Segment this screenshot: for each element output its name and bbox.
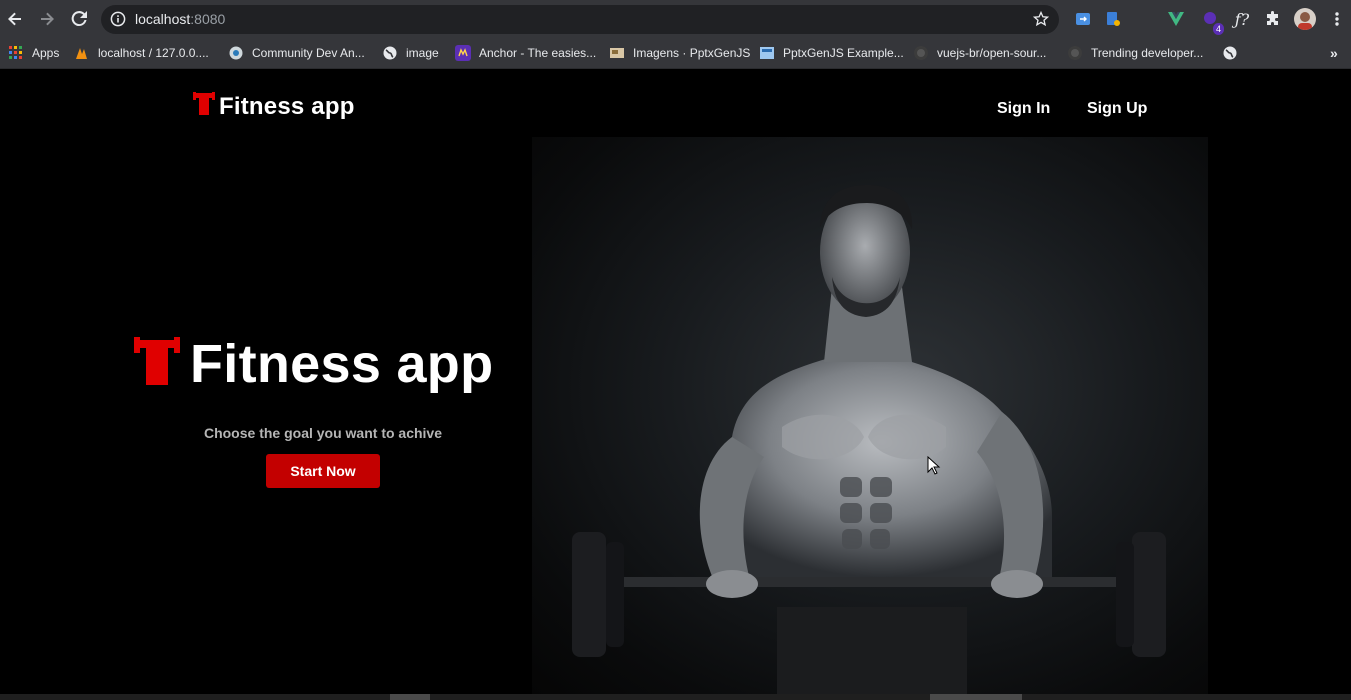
reload-icon[interactable]: [68, 8, 90, 30]
globe-icon: [382, 45, 398, 61]
bookmark-apps[interactable]: Apps: [8, 43, 59, 63]
site-info-icon[interactable]: [110, 11, 126, 32]
github-icon: [1067, 45, 1083, 61]
bookmark-trending[interactable]: Trending developer...: [1067, 43, 1203, 63]
start-now-button[interactable]: Start Now: [266, 454, 380, 488]
extension-formula-icon[interactable]: ƒ?: [1232, 9, 1252, 29]
header-brand[interactable]: Fitness app: [193, 92, 355, 121]
bookmark-label: Imagens · PptxGenJS: [633, 46, 751, 60]
url-host: localhost: [135, 11, 191, 27]
header-brand-text: Fitness app: [219, 92, 355, 120]
forward-icon[interactable]: [36, 8, 58, 30]
dumbbell-logo-icon: [134, 336, 180, 392]
sign-up-link[interactable]: Sign Up: [1087, 100, 1147, 118]
bookmark-community[interactable]: Community Dev An...: [228, 43, 365, 63]
bookmark-label: image: [406, 46, 439, 60]
phpmyadmin-icon: [74, 45, 90, 61]
bookmark-label: vuejs-br/open-sour...: [937, 46, 1047, 60]
pptx-example-icon: [759, 45, 775, 61]
mouse-cursor-icon: [927, 455, 941, 481]
github-icon: [913, 45, 929, 61]
bookmark-imagens[interactable]: Imagens · PptxGenJS: [609, 43, 750, 63]
bookmark-pptx-example[interactable]: PptxGenJS Example...: [759, 43, 904, 63]
bookmark-localhost[interactable]: localhost / 127.0.0....: [74, 43, 209, 63]
profile-avatar[interactable]: [1294, 8, 1316, 30]
extension-badge: 4: [1212, 23, 1224, 35]
browser-toolbar: localhost:8080 4 ƒ?: [0, 0, 1351, 38]
horizontal-scrollbar[interactable]: [0, 694, 1351, 700]
hero-title: Fitness app: [190, 334, 494, 394]
bookmark-globe[interactable]: [1222, 43, 1246, 63]
url-port: :8080: [190, 11, 226, 27]
sign-in-link[interactable]: Sign In: [997, 100, 1050, 118]
anchor-icon: [455, 45, 471, 61]
url-text: localhost:8080: [135, 11, 225, 27]
hero-subtitle: Choose the goal you want to achive: [203, 425, 443, 441]
back-icon[interactable]: [4, 8, 26, 30]
bookmark-label: Trending developer...: [1091, 46, 1204, 60]
apps-grid-icon: [8, 45, 24, 61]
page-content: Fitness app Sign In Sign Up Fitness app …: [0, 70, 1351, 694]
bookmark-anchor[interactable]: Anchor - The easies...: [455, 43, 596, 63]
extensions-puzzle-icon[interactable]: [1263, 9, 1283, 29]
scrollbar-thumb[interactable]: [390, 694, 430, 700]
scrollbar-thumb[interactable]: [930, 694, 1022, 700]
bookmarks-overflow-chevron-icon[interactable]: »: [1330, 43, 1338, 63]
bookmark-label: Anchor - The easies...: [479, 46, 597, 60]
bookmark-label: Community Dev An...: [252, 46, 365, 60]
globe-icon: [1222, 45, 1238, 61]
community-icon: [228, 45, 244, 61]
bodybuilder-barbell-photo: [532, 137, 1208, 694]
address-bar[interactable]: localhost:8080: [101, 5, 1059, 34]
extension-doc-icon[interactable]: [1103, 9, 1123, 29]
extension-vue-icon[interactable]: [1166, 9, 1186, 29]
extension-redux-icon[interactable]: 4: [1200, 9, 1224, 35]
hero-brand: Fitness app: [134, 333, 493, 395]
dumbbell-logo-icon: [193, 92, 215, 121]
bookmark-label: Apps: [32, 46, 60, 60]
bookmarks-bar: Apps localhost / 127.0.0.... Community D…: [0, 38, 1351, 69]
menu-kebab-icon[interactable]: [1327, 9, 1347, 29]
pptx-icon: [609, 45, 625, 61]
bookmark-label: PptxGenJS Example...: [783, 46, 904, 60]
extension-translate-icon[interactable]: [1073, 9, 1093, 29]
bookmark-label: localhost / 127.0.0....: [98, 46, 209, 60]
bookmark-image[interactable]: image: [382, 43, 439, 63]
bookmark-star-icon[interactable]: [1032, 10, 1050, 32]
bookmark-vuejs-br[interactable]: vuejs-br/open-sour...: [913, 43, 1046, 63]
